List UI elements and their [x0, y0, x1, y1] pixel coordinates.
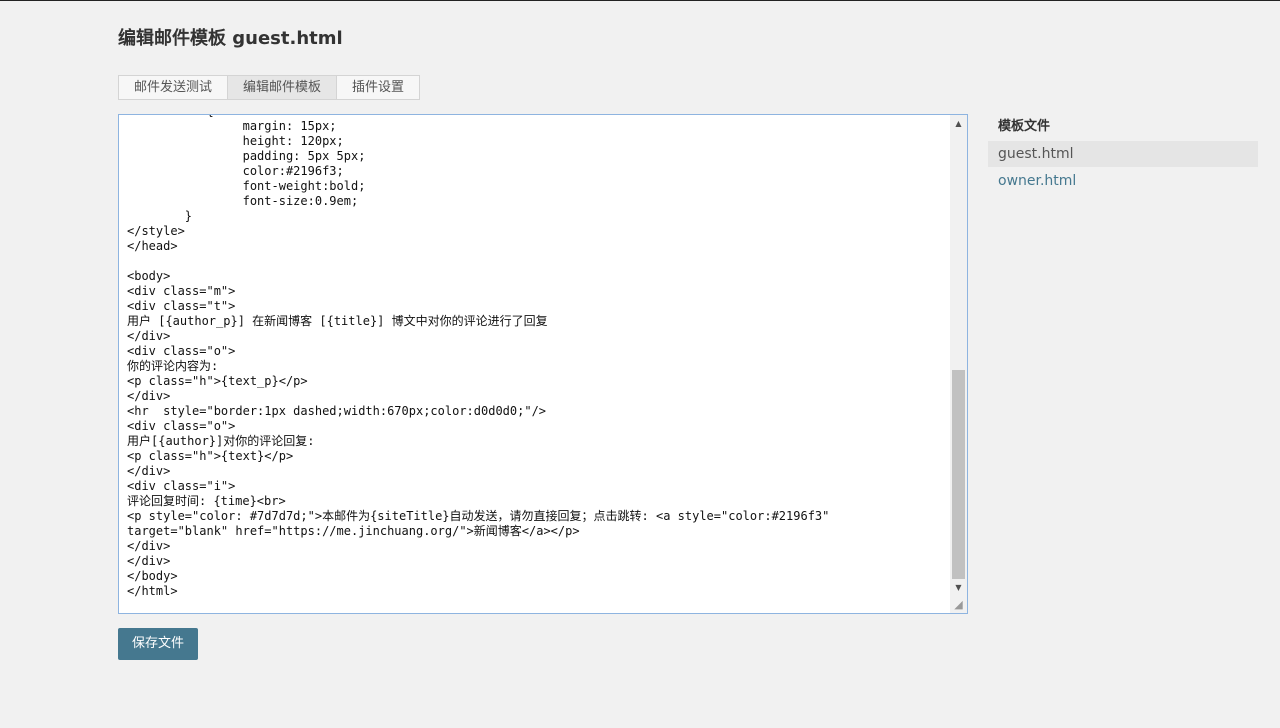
- file-item-owner[interactable]: owner.html: [988, 168, 1258, 194]
- resize-handle-icon[interactable]: ◢: [950, 596, 967, 613]
- tab-send-test[interactable]: 邮件发送测试: [118, 75, 229, 100]
- scroll-up-arrow-icon[interactable]: ▲: [950, 115, 967, 132]
- save-file-button[interactable]: 保存文件: [118, 628, 198, 660]
- tab-plugin-settings[interactable]: 插件设置: [336, 75, 421, 100]
- template-files-sidebar: 模板文件 guest.html owner.html: [988, 114, 1258, 194]
- template-code[interactable]: .i { margin: 15px; height: 120px; paddin…: [127, 115, 947, 599]
- sidebar-title: 模板文件: [998, 119, 1051, 134]
- window-top-border: [0, 0, 1280, 1]
- scroll-thumb[interactable]: [952, 370, 965, 579]
- page-title: 编辑邮件模板 guest.html: [118, 28, 343, 49]
- file-item-guest[interactable]: guest.html: [988, 141, 1258, 167]
- scroll-down-arrow-icon[interactable]: ▼: [950, 579, 967, 596]
- tab-edit-template[interactable]: 编辑邮件模板: [227, 75, 338, 100]
- tab-bar: 邮件发送测试 编辑邮件模板 插件设置: [118, 75, 421, 100]
- editor-scrollbar[interactable]: ▲ ▼: [950, 115, 967, 613]
- template-editor-textarea[interactable]: .i { margin: 15px; height: 120px; paddin…: [118, 114, 968, 614]
- file-list: guest.html owner.html: [988, 141, 1258, 194]
